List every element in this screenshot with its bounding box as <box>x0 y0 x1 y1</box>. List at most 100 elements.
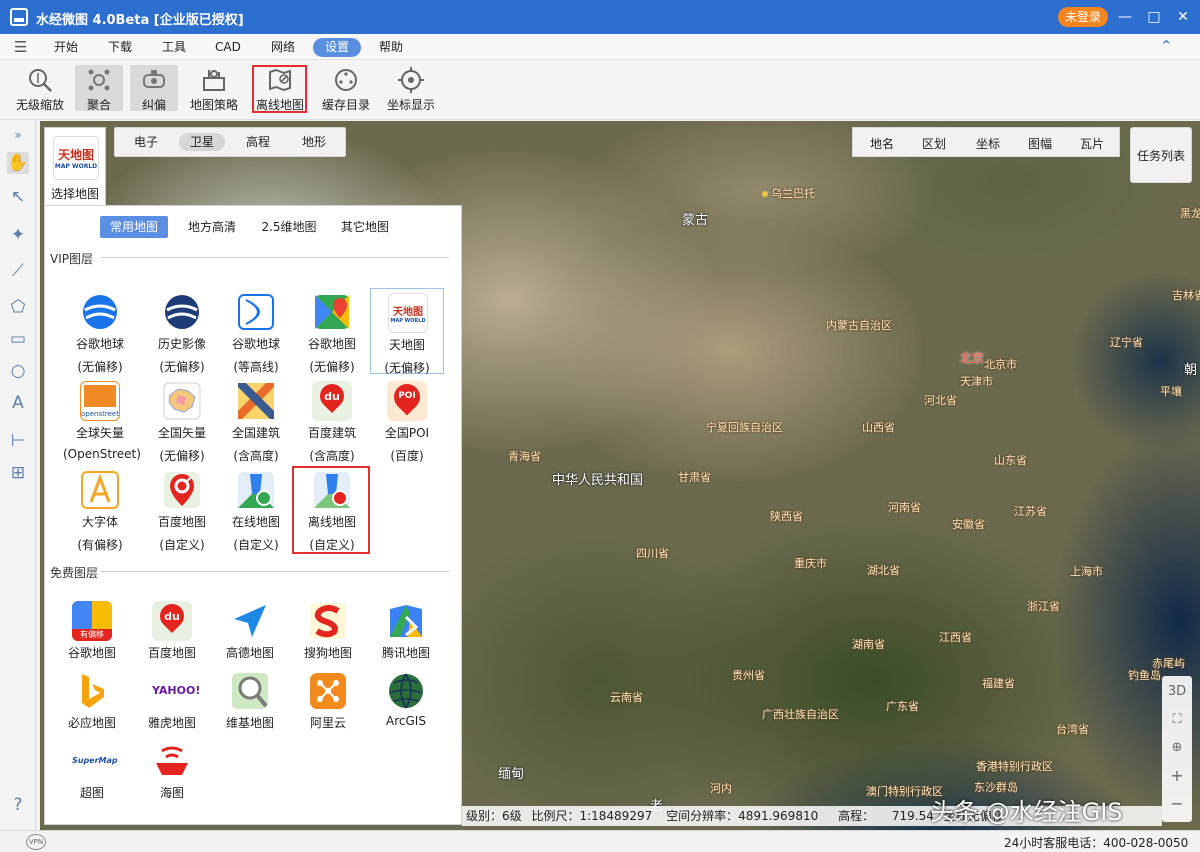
map-type-satellite[interactable]: 卫星 <box>179 133 225 151</box>
menu-bar: ☰ 开始 下载 工具 CAD 网络 设置 帮助 ⌃ <box>0 34 1200 60</box>
menu-help[interactable]: 帮助 <box>369 38 413 57</box>
tool-map-strategy[interactable]: 地图策略 <box>188 60 240 118</box>
map-item-online-custom[interactable]: 在线地图 (自定义) <box>219 470 293 556</box>
map-item-national-vector[interactable]: 全国矢量 (无偏移) <box>145 381 219 467</box>
menu-tools[interactable]: 工具 <box>152 38 196 57</box>
free-map-aliyun[interactable]: 阿里云 <box>291 671 365 757</box>
map-item-large-font[interactable]: 大字体 (有偏移) <box>63 470 137 556</box>
measure-ruler-icon[interactable]: ⊢ <box>7 430 29 452</box>
google-earth-icon <box>83 295 117 329</box>
supermap-icon: SuperMap <box>72 756 118 765</box>
tianditu-icon: 天地图 MAP WORLD <box>388 293 428 333</box>
draw-circle-icon[interactable]: ○ <box>7 360 29 382</box>
add-marker-icon[interactable]: ✦ <box>7 224 29 246</box>
section-title-vip: VIP图层 <box>50 252 93 266</box>
status-level: 级别：6级 <box>466 809 522 823</box>
tool-stepless-zoom[interactable]: 无级缩放 <box>14 60 66 118</box>
close-button[interactable]: ✕ <box>1172 6 1194 28</box>
tab-common-maps[interactable]: 常用地图 <box>100 216 168 238</box>
help-icon[interactable]: ? <box>7 794 29 816</box>
pan-hand-icon[interactable]: ✋ <box>7 152 29 174</box>
select-arrow-icon[interactable]: ↖ <box>7 186 29 208</box>
menu-start[interactable]: 开始 <box>44 38 88 57</box>
map-type-electronic[interactable]: 电子 <box>123 133 169 151</box>
free-map-supermap[interactable]: SuperMap 超图 <box>55 741 129 827</box>
correction-icon <box>143 70 165 88</box>
tool-cache-folder[interactable]: 缓存目录 <box>320 60 372 118</box>
map-label: 陕西省 <box>770 510 803 523</box>
overlay-divisions[interactable]: 区划 <box>909 135 959 152</box>
map-type-elevation[interactable]: 高程 <box>235 133 281 151</box>
vpn-icon[interactable]: VPN <box>26 834 46 850</box>
status-resolution: 空间分辨率：4891.969810 <box>666 809 819 823</box>
tianditu-logo: 天地图 MAP WORLD <box>53 136 99 180</box>
status-scale: 比例尺：1:18489297 <box>531 809 653 823</box>
overlay-tiles[interactable]: 瓦片 <box>1067 135 1117 152</box>
menu-download[interactable]: 下载 <box>98 38 142 57</box>
tab-other-maps[interactable]: 其它地图 <box>331 216 399 238</box>
map-item-google-maps[interactable]: 谷歌地图 (无偏移) <box>295 292 369 378</box>
add-text-icon[interactable]: A <box>7 392 29 414</box>
map-label: 中华人民共和国 <box>552 473 644 488</box>
google-maps-icon <box>315 295 349 329</box>
map-item-historical-imagery[interactable]: 历史影像 (无偏移) <box>145 292 219 378</box>
free-map-nautical[interactable]: 海图 <box>135 741 209 827</box>
left-toolbar: » ✋ ↖ ✦ ⟋ ⬠ ▭ ○ A ⊢ ⊞ ? <box>0 120 36 830</box>
map-label: 安徽省 <box>952 518 985 531</box>
free-map-arcgis[interactable]: ArcGIS <box>369 671 443 757</box>
hamburger-menu-icon[interactable]: ☰ <box>14 38 27 56</box>
overlay-coordinates[interactable]: 坐标 <box>963 135 1013 152</box>
map-label: 湖南省 <box>852 638 885 651</box>
zoom-in-button[interactable]: + <box>1162 762 1192 790</box>
map-label: 乌兰巴托 <box>762 185 815 201</box>
expand-icon[interactable]: » <box>7 124 29 146</box>
map-item-baidu-custom[interactable]: 百度地图 (自定义) <box>145 470 219 556</box>
free-map-wiki[interactable]: 维基地图 <box>213 671 287 757</box>
tool-cluster[interactable]: 聚合 <box>75 60 123 118</box>
baidu-custom-icon <box>164 472 200 508</box>
tool-coordinate-display[interactable]: 坐标显示 <box>384 60 438 118</box>
overlay-place-names[interactable]: 地名 <box>857 135 907 152</box>
map-type-terrain[interactable]: 地形 <box>291 133 337 151</box>
minimize-button[interactable]: — <box>1114 6 1136 28</box>
tab-local-hd[interactable]: 地方高清 <box>178 216 246 238</box>
maximize-button[interactable]: □ <box>1143 6 1165 28</box>
map-item-baidu-buildings[interactable]: du 百度建筑 (含高度) <box>295 379 369 467</box>
measure-area-icon[interactable]: ⊞ <box>7 462 29 484</box>
zoom-out-button[interactable]: − <box>1162 790 1192 818</box>
menu-cad[interactable]: CAD <box>205 38 251 57</box>
map-item-google-earth[interactable]: 谷歌地球 (无偏移) <box>63 292 137 378</box>
fullscreen-icon[interactable]: ⛶ <box>1162 706 1192 734</box>
amap-icon <box>234 605 266 637</box>
map-label: 朝 <box>1184 363 1198 378</box>
menu-network[interactable]: 网络 <box>261 38 305 57</box>
map-label: 江西省 <box>939 631 972 644</box>
tab-2-5d-maps[interactable]: 2.5维地图 <box>255 216 323 238</box>
map-label: 上海市 <box>1070 565 1103 578</box>
draw-line-icon[interactable]: ⟋ <box>7 260 29 282</box>
task-list-button[interactable]: 任务列表 <box>1130 127 1192 183</box>
google-maps-icon: 有偏移 <box>72 601 112 641</box>
draw-rectangle-icon[interactable]: ▭ <box>7 328 29 350</box>
coordinate-icon <box>398 67 424 93</box>
map-item-global-vector[interactable]: openstreet 全球矢量 (OpenStreet) <box>63 381 141 467</box>
map-label: 湖北省 <box>867 564 900 577</box>
3d-toggle-button[interactable]: 3D <box>1162 678 1192 706</box>
map-item-tianditu[interactable]: 天地图 MAP WORLD 天地图 (无偏移) <box>370 288 444 375</box>
login-button[interactable]: 未登录 <box>1058 7 1108 27</box>
map-selector-button[interactable]: 天地图 MAP WORLD 选择地图 <box>44 127 106 205</box>
map-item-national-poi[interactable]: POI 全国POI (百度) <box>370 378 444 467</box>
draw-polygon-icon[interactable]: ⬠ <box>7 296 29 318</box>
online-map-icon <box>238 472 274 508</box>
title-bar: 水经微图 4.0Beta [企业版已授权] 未登录 — □ ✕ <box>0 0 1200 34</box>
tool-correction[interactable]: 纠偏 <box>130 60 178 118</box>
map-strategy-icon <box>203 70 225 91</box>
map-item-google-earth-contour[interactable]: 谷歌地球 (等高线) <box>219 292 293 378</box>
map-label: 江苏省 <box>1014 505 1047 518</box>
contour-icon <box>238 294 274 330</box>
map-item-national-buildings[interactable]: 全国建筑 (含高度) <box>219 381 293 467</box>
overlay-map-sheet[interactable]: 图幅 <box>1015 135 1065 152</box>
locate-icon[interactable]: ⊕ <box>1162 734 1192 762</box>
menu-settings[interactable]: 设置 <box>313 38 361 57</box>
collapse-ribbon-icon[interactable]: ⌃ <box>1160 37 1173 55</box>
